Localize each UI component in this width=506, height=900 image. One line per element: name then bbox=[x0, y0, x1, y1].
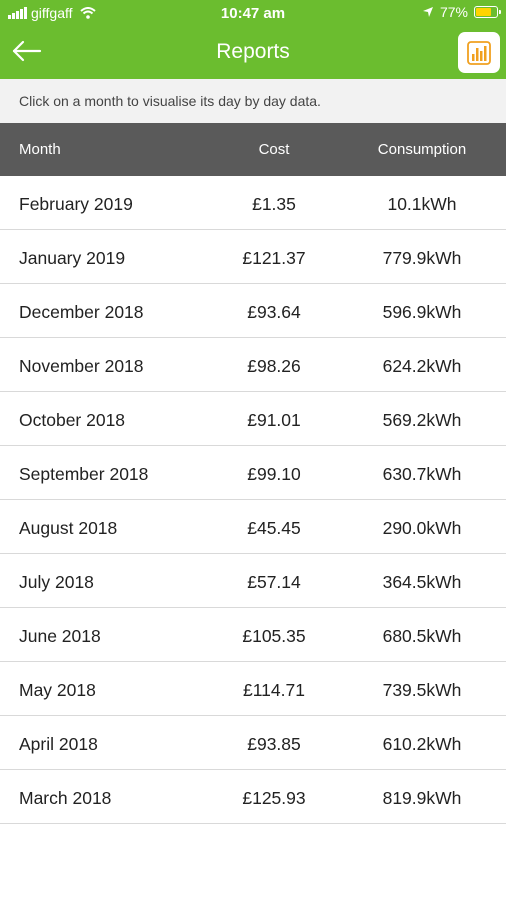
battery-percent: 77% bbox=[439, 4, 468, 20]
app-header: giffgaff 10:47 am 77% Reports bbox=[0, 0, 506, 79]
status-bar: giffgaff 10:47 am 77% bbox=[0, 0, 506, 26]
consumption-cell: 819.9kWh bbox=[382, 788, 462, 808]
column-header-consumption: Consumption bbox=[377, 141, 467, 158]
consumption-cell: 624.2kWh bbox=[382, 356, 462, 376]
month-cell: August 2018 bbox=[19, 518, 118, 538]
table-row[interactable]: June 2018 £105.35 680.5kWh bbox=[0, 608, 506, 662]
cost-cell: £93.85 bbox=[247, 734, 301, 754]
consumption-cell: 739.5kWh bbox=[382, 680, 462, 700]
consumption-cell: 610.2kWh bbox=[382, 734, 462, 754]
month-cell: October 2018 bbox=[19, 410, 126, 430]
table-row[interactable]: August 2018 £45.45 290.0kWh bbox=[0, 500, 506, 554]
month-cell: February 2019 bbox=[19, 194, 133, 214]
cost-cell: £121.37 bbox=[242, 248, 306, 268]
battery-fill bbox=[476, 8, 492, 16]
page-title: Reports bbox=[216, 40, 290, 63]
month-cell: July 2018 bbox=[19, 572, 94, 592]
table-row[interactable]: November 2018 £98.26 624.2kWh bbox=[0, 338, 506, 392]
consumption-cell: 630.7kWh bbox=[382, 464, 462, 484]
table-row[interactable]: February 2019 £1.35 10.1kWh bbox=[0, 176, 506, 230]
table-row[interactable]: December 2018 £93.64 596.9kWh bbox=[0, 284, 506, 338]
cost-cell: £57.14 bbox=[247, 572, 301, 592]
location-arrow-icon bbox=[422, 7, 433, 17]
table-row[interactable]: March 2018 £125.93 819.9kWh bbox=[0, 770, 506, 824]
consumption-cell: 596.9kWh bbox=[382, 302, 462, 322]
instruction-text: Click on a month to visualise its day by… bbox=[0, 79, 506, 123]
table-row[interactable]: July 2018 £57.14 364.5kWh bbox=[0, 554, 506, 608]
cost-cell: £105.35 bbox=[242, 626, 306, 646]
table-header: Month Cost Consumption bbox=[0, 123, 506, 176]
report-chart-button[interactable] bbox=[458, 32, 500, 73]
consumption-cell: 680.5kWh bbox=[382, 626, 462, 646]
battery-icon bbox=[474, 6, 501, 18]
month-cell: May 2018 bbox=[19, 680, 96, 700]
report-table: February 2019 £1.35 10.1kWh January 2019… bbox=[0, 176, 506, 824]
column-header-month: Month bbox=[19, 141, 61, 158]
month-cell: April 2018 bbox=[19, 734, 98, 754]
cost-cell: £125.93 bbox=[242, 788, 306, 808]
cost-cell: £99.10 bbox=[247, 464, 301, 484]
consumption-cell: 10.1kWh bbox=[387, 194, 457, 214]
consumption-cell: 569.2kWh bbox=[382, 410, 462, 430]
status-right: 77% bbox=[422, 4, 501, 20]
cost-cell: £1.35 bbox=[252, 194, 296, 214]
bar-chart-icon bbox=[467, 40, 491, 65]
cost-cell: £45.45 bbox=[247, 518, 301, 538]
table-row[interactable]: October 2018 £91.01 569.2kWh bbox=[0, 392, 506, 446]
month-cell: December 2018 bbox=[19, 302, 144, 322]
cost-cell: £91.01 bbox=[247, 410, 301, 430]
cost-cell: £93.64 bbox=[247, 302, 301, 322]
month-cell: September 2018 bbox=[19, 464, 149, 484]
table-row[interactable]: September 2018 £99.10 630.7kWh bbox=[0, 446, 506, 500]
month-cell: November 2018 bbox=[19, 356, 144, 376]
table-row[interactable]: April 2018 £93.85 610.2kWh bbox=[0, 716, 506, 770]
table-row[interactable]: January 2019 £121.37 779.9kWh bbox=[0, 230, 506, 284]
table-row[interactable]: May 2018 £114.71 739.5kWh bbox=[0, 662, 506, 716]
consumption-cell: 290.0kWh bbox=[382, 518, 462, 538]
column-header-cost: Cost bbox=[258, 141, 290, 158]
consumption-cell: 779.9kWh bbox=[382, 248, 462, 268]
cost-cell: £98.26 bbox=[247, 356, 301, 376]
month-cell: January 2019 bbox=[19, 248, 126, 268]
month-cell: March 2018 bbox=[19, 788, 112, 808]
cost-cell: £114.71 bbox=[243, 680, 305, 700]
consumption-cell: 364.5kWh bbox=[382, 572, 462, 592]
month-cell: June 2018 bbox=[19, 626, 101, 646]
